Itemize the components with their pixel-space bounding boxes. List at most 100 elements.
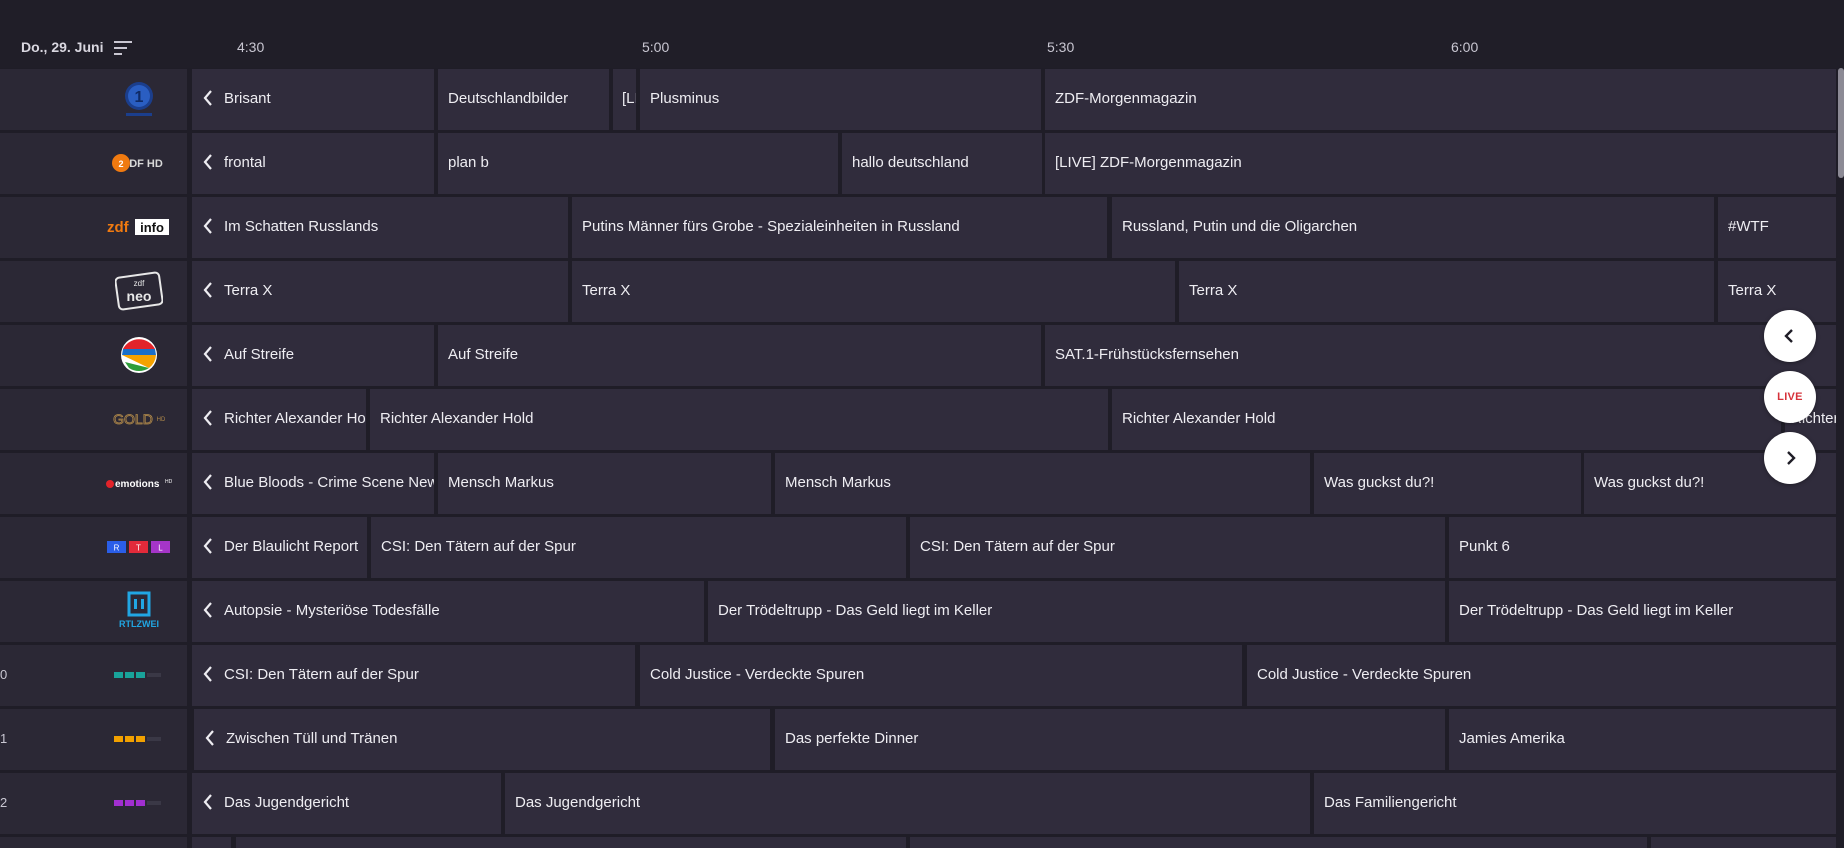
program-title: Punkt 6 — [1459, 538, 1510, 555]
program-cell[interactable] — [910, 837, 1647, 848]
svg-text:1: 1 — [135, 89, 144, 106]
channel-cell[interactable]: zdf neo — [0, 261, 187, 322]
channel-number: 1 — [0, 731, 8, 746]
channel-cell[interactable]: R T L — [0, 517, 187, 578]
svg-text:HD: HD — [157, 417, 166, 423]
program-title: Der Blaulicht Report — [224, 538, 359, 555]
program-title: Mensch Markus — [448, 474, 554, 491]
program-cell[interactable]: CSI: Den Tätern auf der Spur — [371, 517, 906, 578]
program-cell[interactable]: Jamies Amerika — [1449, 709, 1836, 770]
program-cell[interactable]: Der Trödeltrupp - Das Geld liegt im Kell… — [708, 581, 1445, 642]
zdfneo-logo-icon: zdf neo — [100, 269, 178, 313]
program-cell[interactable] — [236, 837, 906, 848]
program-cell[interactable]: Putins Männer fürs Grobe - Spezialeinhei… — [572, 197, 1107, 258]
channel-row: emotions HD Blue Bloods - Crime Scene Ne… — [0, 453, 1844, 514]
program-cell[interactable]: Das Jugendgericht — [505, 773, 1310, 834]
channel-cell[interactable]: RTLZWEI — [0, 581, 187, 642]
program-cell[interactable]: Das Familiengericht — [1314, 773, 1836, 834]
program-cell[interactable]: hallo deutschland — [842, 133, 1042, 194]
scroll-back-button[interactable] — [1764, 310, 1816, 362]
program-cell[interactable]: Auf Streife — [438, 325, 1041, 386]
channel-row: GOLD HD Richter Alexander Hold Richter A… — [0, 389, 1844, 450]
program-cell[interactable]: CSI: Den Tätern auf der Spur — [910, 517, 1445, 578]
program-title: Terra X — [1189, 282, 1238, 299]
program-cell[interactable]: Richter Alexander Hold — [192, 389, 366, 450]
program-cell[interactable]: Terra X — [572, 261, 1175, 322]
program-cell[interactable]: Brisant — [192, 69, 434, 130]
program-cell[interactable]: Der Blaulicht Report — [192, 517, 367, 578]
channel-row: R T L Der Blaulicht Report CSI: Den Täte… — [0, 517, 1844, 578]
program-cell[interactable]: Mensch Markus — [775, 453, 1310, 514]
program-cell[interactable]: [LIVE] ZDF-Morgenmagazin — [1045, 133, 1836, 194]
zdf-hd-logo-icon: 2 DF HD — [100, 141, 178, 185]
rtl-crime-logo-icon — [100, 653, 178, 697]
program-cell[interactable]: #WTF — [1718, 197, 1836, 258]
program-cell[interactable]: Im Schatten Russlands — [192, 197, 568, 258]
program-cell[interactable]: Auf Streife — [192, 325, 434, 386]
scroll-forward-button[interactable] — [1764, 432, 1816, 484]
channel-cell[interactable]: GOLD HD — [0, 389, 187, 450]
program-title: [LI — [622, 90, 636, 107]
sort-icon[interactable] — [114, 40, 134, 56]
program-cell[interactable]: Deutschlandbilder — [438, 69, 609, 130]
svg-text:RTLZWEI: RTLZWEI — [119, 619, 159, 629]
chevron-left-icon — [1784, 329, 1793, 343]
program-cell[interactable]: Der Trödeltrupp - Das Geld liegt im Kell… — [1449, 581, 1836, 642]
program-cell[interactable]: Zwischen Tüll und Tränen — [194, 709, 770, 770]
channel-cell[interactable]: 2 DF HD — [0, 133, 187, 194]
program-cell[interactable] — [192, 837, 231, 848]
program-cell[interactable]: Terra X — [1179, 261, 1714, 322]
program-cell[interactable]: Blue Bloods - Crime Scene New York — [192, 453, 434, 514]
channel-cell[interactable]: 1 — [0, 709, 187, 770]
program-title: Zwischen Tüll und Tränen — [226, 730, 398, 747]
program-cell[interactable]: Das Jugendgericht — [192, 773, 501, 834]
svg-text:2: 2 — [118, 159, 123, 169]
program-cell[interactable]: Das perfekte Dinner — [775, 709, 1445, 770]
program-cell[interactable]: SAT.1-Frühstücksfernsehen — [1045, 325, 1836, 386]
program-cell[interactable]: frontal — [192, 133, 434, 194]
chevron-left-icon — [203, 410, 212, 426]
time-label: 5:30 — [1047, 39, 1075, 55]
program-title: SAT.1-Frühstücksfernsehen — [1055, 346, 1239, 363]
program-cell[interactable]: Cold Justice - Verdeckte Spuren — [1247, 645, 1836, 706]
channel-cell[interactable]: 2 — [0, 773, 187, 834]
svg-text:L: L — [158, 544, 163, 553]
channel-cell[interactable] — [0, 325, 187, 386]
program-cell[interactable]: ZDF-Morgenmagazin — [1045, 69, 1836, 130]
chevron-left-icon — [203, 538, 212, 554]
program-cell[interactable]: [LI — [613, 69, 636, 130]
program-cell[interactable]: Plusminus — [640, 69, 1041, 130]
program-title: Plusminus — [650, 90, 720, 107]
gold-hd-logo-icon: GOLD HD — [100, 397, 178, 441]
channel-number: 0 — [0, 667, 8, 682]
channel-row: Auf Streife Auf Streife SAT.1-Frühstücks… — [0, 325, 1844, 386]
program-title: CSI: Den Tätern auf der Spur — [920, 538, 1115, 555]
chevron-left-icon — [203, 474, 212, 490]
program-cell[interactable]: Terra X — [192, 261, 568, 322]
program-cell[interactable]: Mensch Markus — [438, 453, 771, 514]
live-button[interactable]: LIVE — [1764, 371, 1816, 423]
program-cell[interactable]: plan b — [438, 133, 838, 194]
channel-cell[interactable]: 0 — [0, 645, 187, 706]
vertical-scrollbar[interactable] — [1838, 68, 1844, 178]
time-label: 6:00 — [1451, 39, 1479, 55]
channel-cell[interactable]: emotions HD — [0, 453, 187, 514]
chevron-left-icon — [203, 794, 212, 810]
rtl-passion-logo-icon — [100, 781, 178, 825]
program-cell[interactable]: Richter Alexander Hold — [370, 389, 1108, 450]
program-cell[interactable] — [1651, 837, 1836, 848]
current-date[interactable]: Do., 29. Juni — [21, 39, 103, 55]
channel-cell[interactable] — [0, 837, 187, 848]
program-cell[interactable]: Punkt 6 — [1449, 517, 1836, 578]
program-cell[interactable]: Cold Justice - Verdeckte Spuren — [640, 645, 1242, 706]
program-title: Der Trödeltrupp - Das Geld liegt im Kell… — [718, 602, 993, 619]
channel-cell[interactable]: 1 — [0, 69, 187, 130]
zdfinfo-logo-icon: zdf info — [100, 205, 178, 249]
program-cell[interactable]: CSI: Den Tätern auf der Spur — [192, 645, 635, 706]
program-cell[interactable]: Russland, Putin und die Oligarchen — [1112, 197, 1714, 258]
program-cell[interactable]: Autopsie - Mysteriöse Todesfälle — [192, 581, 704, 642]
program-cell[interactable]: Richter Alexander Hold — [1112, 389, 1781, 450]
channel-cell[interactable]: zdf info — [0, 197, 187, 258]
program-title: Russland, Putin und die Oligarchen — [1122, 218, 1358, 235]
program-cell[interactable]: Was guckst du?! — [1314, 453, 1581, 514]
